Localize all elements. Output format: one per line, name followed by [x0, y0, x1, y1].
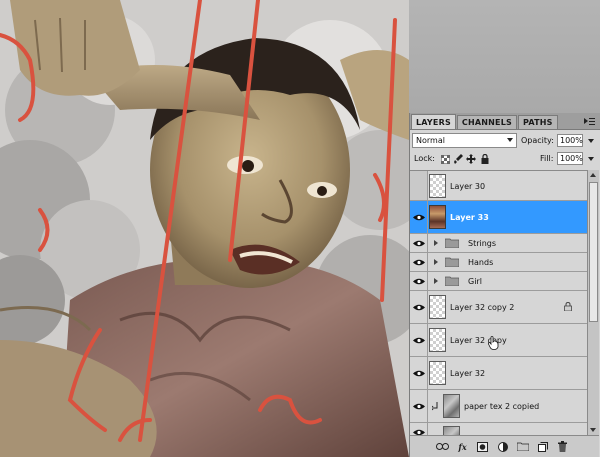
visibility-toggle[interactable] [410, 291, 428, 323]
hand-cursor-icon [488, 336, 499, 350]
layer-thumbnail [443, 426, 460, 435]
fx-icon[interactable]: fx [456, 440, 469, 453]
layer-row-layer-30[interactable]: Layer 30 [410, 171, 587, 201]
scroll-down-icon[interactable] [590, 428, 596, 432]
visibility-toggle[interactable] [410, 234, 428, 252]
layer-group-hands[interactable]: Hands [410, 253, 587, 272]
lock-icon [564, 302, 572, 311]
blend-mode-value: Normal [416, 136, 445, 145]
new-layer-icon[interactable] [536, 440, 549, 453]
lock-fill-row: Lock: Fill: 100% [410, 152, 599, 167]
artwork-illustration [0, 0, 409, 457]
visibility-toggle-off[interactable] [410, 171, 428, 200]
layer-name[interactable]: Layer 30 [450, 182, 485, 191]
expand-triangle-icon[interactable] [434, 259, 438, 265]
tab-layers[interactable]: LAYERS [411, 114, 456, 129]
move-lock-icon[interactable] [466, 154, 476, 164]
fill-input[interactable]: 100% [557, 152, 583, 165]
link-icon[interactable] [436, 440, 449, 453]
new-group-icon[interactable] [516, 440, 529, 453]
layer-row-layer-32[interactable]: Layer 32 [410, 357, 587, 390]
visibility-toggle[interactable] [410, 201, 428, 233]
opacity-value: 100% [560, 136, 583, 145]
group-name[interactable]: Strings [468, 239, 496, 248]
visibility-toggle[interactable] [410, 423, 428, 435]
expand-triangle-icon[interactable] [434, 240, 438, 246]
padlock-icon[interactable] [480, 154, 490, 164]
layer-thumbnail [429, 328, 446, 352]
checkerboard-lock-icon[interactable] [440, 154, 450, 164]
eye-icon [412, 259, 425, 265]
scroll-up-icon[interactable] [590, 173, 596, 177]
panel-menu-icon[interactable] [584, 117, 595, 126]
layer-name[interactable]: paper tex 2 copied [464, 402, 539, 411]
eye-icon [412, 337, 425, 343]
layer-group-strings[interactable]: Strings [410, 234, 587, 253]
folder-icon [445, 257, 459, 267]
layer-thumbnail [429, 361, 446, 385]
visibility-toggle[interactable] [410, 324, 428, 356]
visibility-toggle[interactable] [410, 357, 428, 389]
layer-list: Layer 30 Layer 33 Strings Hands Girl Lay… [410, 170, 587, 435]
group-name[interactable]: Girl [468, 277, 482, 286]
opacity-dropdown-icon[interactable] [588, 139, 594, 143]
dock-empty-area [409, 0, 600, 113]
visibility-toggle[interactable] [410, 253, 428, 271]
tab-paths-label: PATHS [522, 118, 553, 127]
eye-icon [412, 214, 425, 220]
layer-row-partial[interactable] [410, 423, 587, 435]
tab-layers-label: LAYERS [416, 117, 451, 127]
chevron-down-icon [507, 138, 513, 142]
fill-value: 100% [560, 154, 583, 163]
eye-icon [412, 304, 425, 310]
layer-name[interactable]: Layer 32 copy 2 [450, 303, 514, 312]
tab-paths[interactable]: PATHS [517, 115, 558, 129]
layer-thumbnail [429, 205, 446, 229]
visibility-toggle[interactable] [410, 390, 428, 422]
brush-lock-icon[interactable] [453, 154, 463, 164]
blend-mode-select[interactable]: Normal [412, 133, 517, 148]
scrollbar-thumb[interactable] [589, 182, 598, 322]
folder-icon [445, 238, 459, 248]
fill-label: Fill: [540, 154, 554, 163]
layer-thumbnail [429, 295, 446, 319]
layers-bottom-toolbar: fx [410, 435, 599, 457]
eye-icon [412, 403, 425, 409]
layers-scrollbar[interactable] [587, 170, 599, 435]
lock-label: Lock: [414, 154, 435, 163]
folder-icon [445, 276, 459, 286]
trash-icon[interactable] [556, 440, 569, 453]
panel-tabs: LAYERS CHANNELS PATHS [410, 113, 600, 130]
clip-arrow-icon [432, 402, 438, 411]
tab-channels[interactable]: CHANNELS [456, 115, 517, 129]
expand-triangle-icon[interactable] [434, 278, 438, 284]
tab-channels-label: CHANNELS [461, 118, 512, 127]
blend-opacity-row: Normal Opacity: 100% [410, 133, 599, 150]
layer-row-paper-tex-2-copied[interactable]: paper tex 2 copied [410, 390, 587, 423]
adjustment-icon[interactable] [496, 440, 509, 453]
fill-dropdown-icon[interactable] [588, 157, 594, 161]
opacity-input[interactable]: 100% [557, 134, 583, 147]
document-canvas[interactable] [0, 0, 409, 457]
layer-row-layer-33[interactable]: Layer 33 [410, 201, 587, 234]
eye-icon [412, 240, 425, 246]
layer-name[interactable]: Layer 32 [450, 369, 485, 378]
layer-group-girl[interactable]: Girl [410, 272, 587, 291]
group-name[interactable]: Hands [468, 258, 493, 267]
layer-thumbnail [429, 174, 446, 198]
visibility-toggle[interactable] [410, 272, 428, 290]
layer-name[interactable]: Layer 33 [450, 213, 489, 222]
layers-panel: LAYERS CHANNELS PATHS Normal Opacity: 10… [409, 113, 600, 457]
layer-thumbnail [443, 394, 460, 418]
opacity-label: Opacity: [521, 136, 554, 145]
eye-icon [412, 370, 425, 376]
layer-row-layer-32-copy-2[interactable]: Layer 32 copy 2 [410, 291, 587, 324]
mask-icon[interactable] [476, 440, 489, 453]
eye-icon [412, 278, 425, 284]
layer-row-layer-32-copy[interactable]: Layer 32 copy [410, 324, 587, 357]
